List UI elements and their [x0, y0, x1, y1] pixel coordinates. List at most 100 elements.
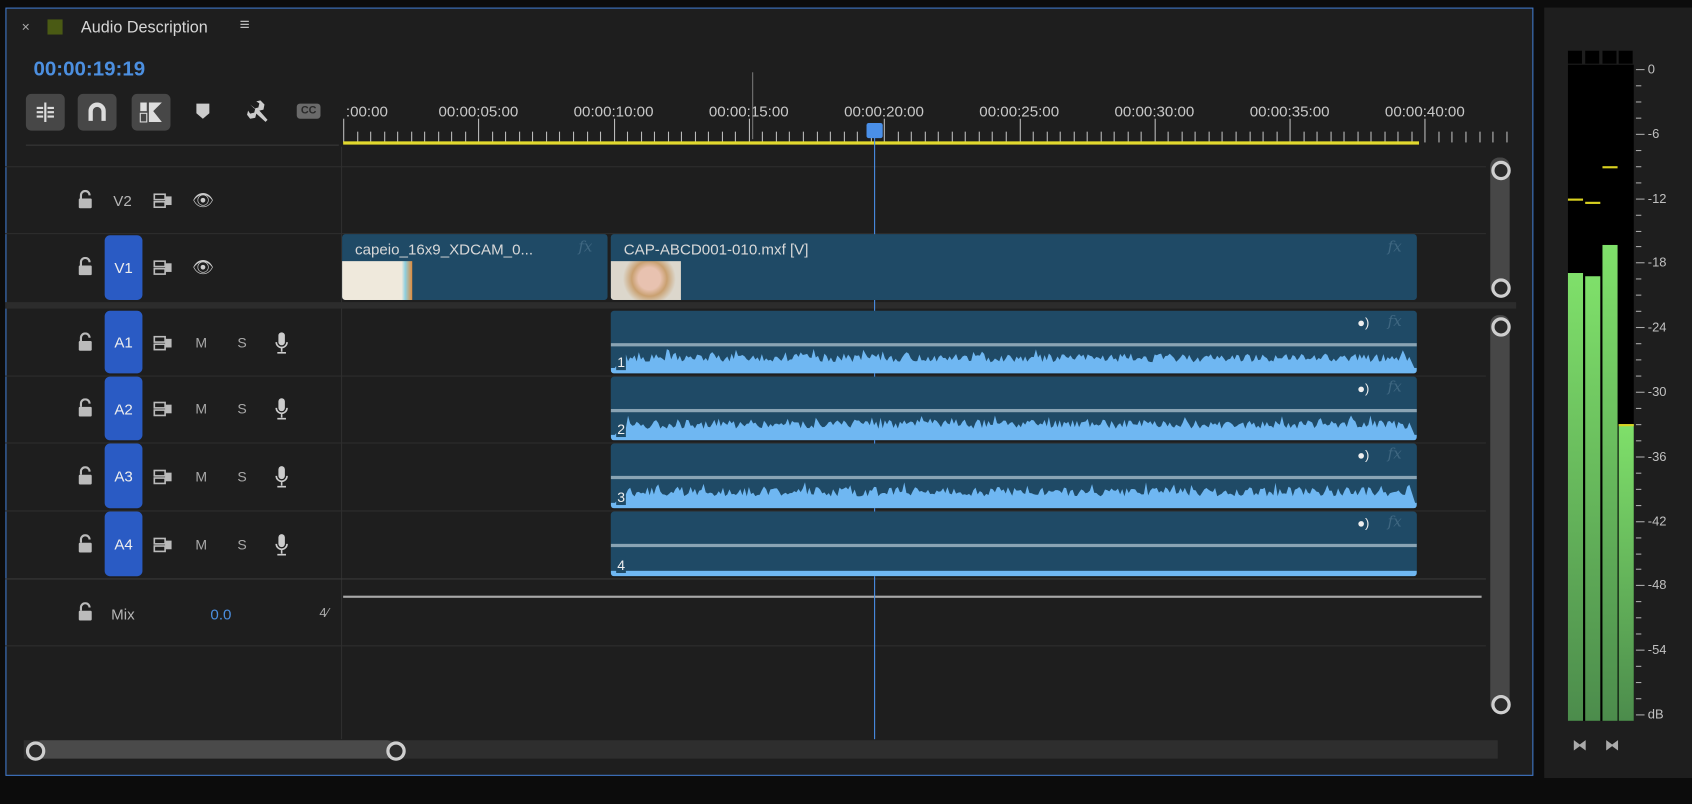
- work-area-bar[interactable]: [343, 141, 1420, 145]
- panel-menu-icon[interactable]: ≡: [240, 16, 250, 35]
- audio-clip[interactable]: fx ●) 3: [610, 443, 1417, 509]
- voiceover-mic-icon[interactable]: [274, 331, 289, 355]
- sync-lock-icon[interactable]: [153, 537, 172, 552]
- fx-badge-icon: fx: [1387, 513, 1402, 531]
- solo-button[interactable]: S: [237, 468, 246, 484]
- horizontal-scroll-thumb[interactable]: [33, 740, 395, 759]
- playhead-timecode[interactable]: 00:00:19:19: [33, 58, 145, 82]
- meter-level-bar: [1618, 423, 1634, 721]
- video-clip[interactable]: CAP-ABCD001-010.mxf [V] fx: [610, 234, 1417, 300]
- mix-volume-value[interactable]: 0.0: [210, 605, 231, 622]
- meter-tick: [1635, 85, 1642, 87]
- meter-scale-label: -48: [1647, 577, 1667, 593]
- eye-visibility-icon[interactable]: 👁︎: [192, 189, 214, 211]
- audio-vertical-scrollbar[interactable]: [1490, 315, 1510, 713]
- track-target-a3[interactable]: A3: [104, 443, 143, 509]
- track-label-v2[interactable]: V2: [113, 192, 131, 209]
- meter-tick: [1635, 456, 1645, 458]
- clip-indicator[interactable]: [1585, 50, 1600, 64]
- audio-clip[interactable]: fx ●) 4: [610, 511, 1417, 577]
- track-target-v1[interactable]: V1: [104, 235, 143, 300]
- meter-tick: [1635, 569, 1642, 571]
- clip-name: capeio_16x9_XDCAM_0...: [355, 240, 534, 258]
- time-ruler[interactable]: :00:00 00:00:05:00 00:00:10:00 00:00:15:00 0…: [341, 97, 1508, 147]
- audio-clip[interactable]: fx ●) 1: [610, 310, 1417, 374]
- captions-cc-icon[interactable]: CC: [296, 103, 321, 119]
- meter-level-bar: [1602, 245, 1618, 721]
- clip-indicator[interactable]: [1602, 50, 1617, 64]
- meter-tick: [1635, 327, 1645, 329]
- lock-icon[interactable]: [77, 189, 94, 208]
- volume-rubber-band[interactable]: [610, 475, 1417, 480]
- ruler-tick: [1424, 118, 1426, 143]
- eye-visibility-icon[interactable]: 👁︎: [192, 257, 214, 279]
- lock-icon[interactable]: [77, 465, 94, 485]
- scroll-handle[interactable]: [386, 741, 406, 761]
- meter-tick: [1635, 585, 1645, 587]
- audio-waveform: [610, 348, 1417, 374]
- clip-indicator[interactable]: [1567, 50, 1582, 64]
- video-clip[interactable]: capeio_16x9_XDCAM_0... fx: [342, 234, 608, 300]
- track-target-a4[interactable]: A4: [104, 511, 143, 577]
- mute-button[interactable]: M: [195, 400, 207, 416]
- voiceover-mic-icon[interactable]: [274, 533, 289, 557]
- mute-button[interactable]: M: [195, 536, 207, 552]
- solo-button[interactable]: S: [237, 536, 246, 552]
- ruler-marker-line: [752, 72, 754, 140]
- sync-lock-icon[interactable]: [153, 401, 172, 417]
- scroll-handle[interactable]: [1491, 694, 1511, 715]
- track-target-a1[interactable]: A1: [104, 310, 143, 374]
- audio-clip[interactable]: fx ●) 2: [610, 376, 1417, 441]
- meter-scale-label: -42: [1647, 513, 1667, 529]
- scroll-handle[interactable]: [1491, 317, 1511, 337]
- meter-level-bar: [1567, 273, 1584, 721]
- lock-icon[interactable]: [77, 533, 94, 553]
- solo-button[interactable]: S: [237, 334, 246, 350]
- sync-lock-icon[interactable]: [153, 469, 172, 484]
- sync-lock-icon[interactable]: [153, 192, 172, 208]
- lock-icon[interactable]: [77, 331, 94, 351]
- ruler-tick: [613, 118, 615, 143]
- meter-tick: [1635, 117, 1642, 119]
- mute-button[interactable]: M: [195, 468, 207, 484]
- meter-tick: [1635, 440, 1642, 442]
- meter-tick: [1635, 488, 1642, 490]
- solo-right-button[interactable]: ⧓: [1605, 736, 1620, 754]
- volume-rubber-band[interactable]: [610, 543, 1417, 548]
- track-target-a2[interactable]: A2: [104, 376, 143, 441]
- lock-icon[interactable]: [77, 602, 94, 621]
- scroll-handle[interactable]: [1491, 160, 1511, 181]
- label-color-swatch[interactable]: [47, 19, 63, 35]
- lock-icon[interactable]: [77, 256, 94, 276]
- sync-lock-icon[interactable]: [153, 335, 172, 350]
- volume-rubber-band[interactable]: [610, 408, 1417, 413]
- solo-button[interactable]: S: [237, 400, 246, 416]
- clip-indicator[interactable]: [1618, 50, 1633, 64]
- close-panel-icon[interactable]: ×: [22, 18, 30, 34]
- audio-speech-icon: ●): [1357, 447, 1370, 463]
- mix-keyframe-icon[interactable]: 4⁄: [319, 605, 328, 620]
- insert-nest-button[interactable]: [25, 93, 65, 131]
- meter-tick: [1635, 69, 1645, 71]
- lock-icon[interactable]: [77, 398, 94, 417]
- solo-left-button[interactable]: ⧓: [1572, 736, 1587, 754]
- panel-title[interactable]: Audio Description: [81, 18, 208, 36]
- volume-rubber-band[interactable]: [610, 343, 1417, 347]
- meter-tick: [1635, 165, 1642, 167]
- ruler-label: 00:00:15:00: [708, 102, 789, 120]
- linked-selection-button[interactable]: [131, 93, 171, 131]
- meter-tick: [1635, 262, 1645, 264]
- audio-waveform: [610, 415, 1417, 441]
- snap-button[interactable]: [77, 93, 117, 131]
- scroll-handle[interactable]: [25, 741, 46, 761]
- voiceover-mic-icon[interactable]: [274, 397, 289, 421]
- voiceover-mic-icon[interactable]: [274, 465, 289, 489]
- channel-number: 4: [616, 556, 627, 574]
- wrench-settings-icon[interactable]: [246, 100, 270, 124]
- add-marker-icon[interactable]: [195, 103, 210, 120]
- sync-lock-icon[interactable]: [153, 260, 172, 275]
- scroll-handle[interactable]: [1491, 278, 1511, 298]
- mute-button[interactable]: M: [195, 334, 207, 350]
- mix-volume-line[interactable]: [343, 595, 1482, 598]
- video-audio-divider[interactable]: [5, 302, 1517, 309]
